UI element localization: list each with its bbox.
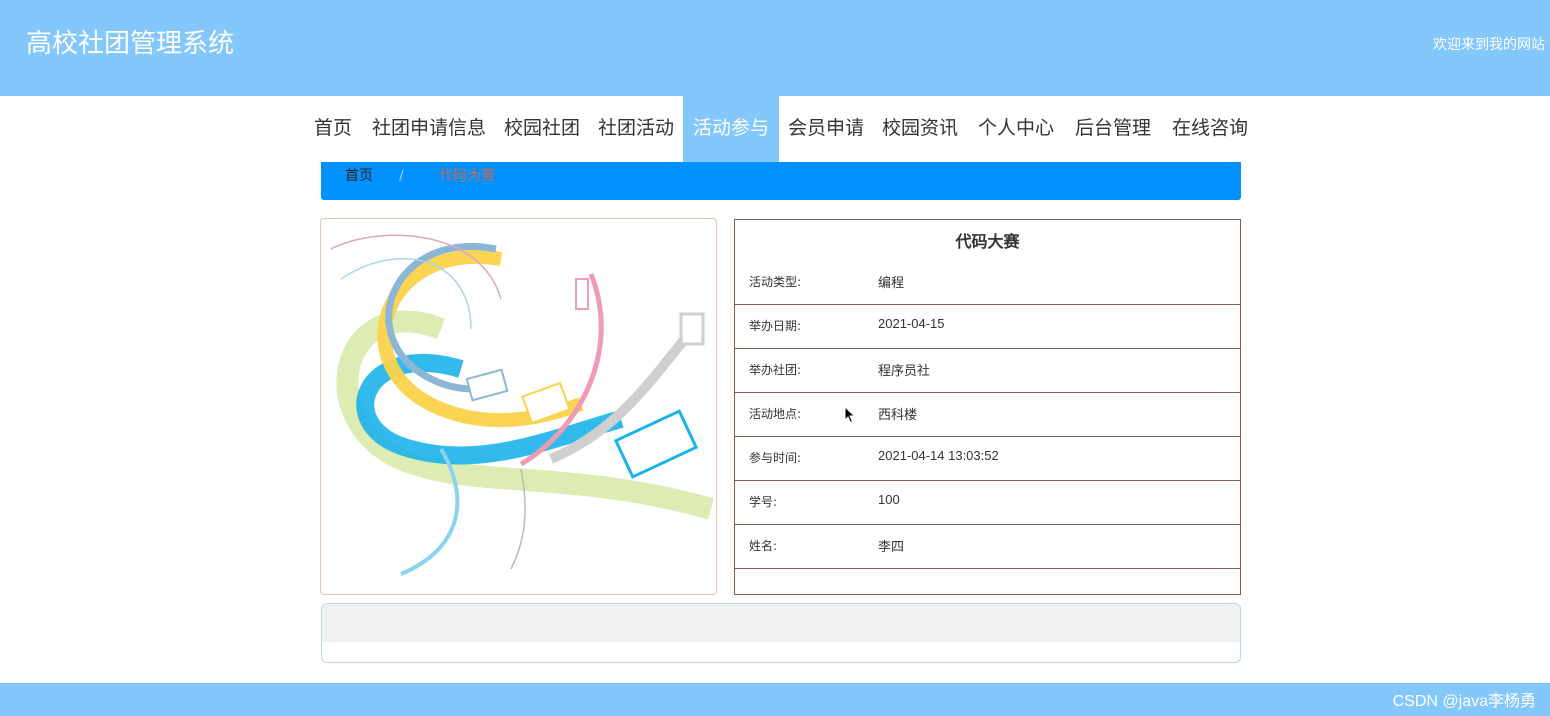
nav-item-admin[interactable]: 后台管理 (1069, 96, 1157, 162)
detail-value: 2021-04-15 (878, 316, 945, 331)
detail-row-student-id: 学号: 100 (735, 480, 1240, 524)
detail-row-club: 举办社团: 程序员社 (735, 348, 1240, 392)
breadcrumb-current: 代码大赛 (439, 168, 495, 184)
comment-panel-header (322, 604, 1240, 642)
nav-item-member-applications[interactable]: 会员申请 (782, 96, 870, 162)
breadcrumb-separator: / (399, 168, 404, 184)
detail-row-date: 举办日期: 2021-04-15 (735, 304, 1240, 348)
breadcrumb: 首页 / 代码大赛 (321, 162, 1241, 200)
detail-row-activity-type: 活动类型: 编程 (735, 260, 1240, 304)
main-nav: 首页 社团申请信息 校园社团 社团活动 活动参与 会员申请 校园资讯 个人中心 … (0, 96, 1550, 162)
detail-value: 2021-04-14 13:03:52 (878, 448, 999, 463)
header-bar: 高校社团管理系统 欢迎来到我的网站 (0, 0, 1550, 96)
detail-label: 姓名: (749, 539, 778, 553)
detail-label: 举办日期: (749, 319, 802, 333)
welcome-text: 欢迎来到我的网站 (1433, 37, 1545, 53)
mouse-pointer-icon (844, 405, 856, 428)
detail-value: 编程 (878, 275, 905, 290)
nav-item-personal-center[interactable]: 个人中心 (972, 96, 1060, 162)
site-title[interactable]: 高校社团管理系统 (26, 26, 234, 62)
activity-detail-panel: 代码大赛 活动类型: 编程 举办日期: 2021-04-15 举办社团: 程序员… (734, 219, 1241, 595)
detail-label: 活动地点: (749, 407, 802, 421)
detail-label: 举办社团: (749, 363, 802, 377)
detail-label: 活动类型: (749, 275, 802, 289)
watermark-text: CSDN @java李杨勇 (1392, 693, 1536, 710)
activity-title: 代码大赛 (955, 232, 1020, 251)
breadcrumb-home-link[interactable]: 首页 (345, 166, 373, 186)
detail-value: 西科楼 (878, 407, 918, 422)
nav-item-campus-news[interactable]: 校园资讯 (876, 96, 964, 162)
detail-label: 参与时间: (749, 451, 802, 465)
nav-item-club-applications[interactable]: 社团申请信息 (366, 96, 492, 162)
detail-label: 学号: (749, 495, 778, 509)
nav-item-activity-participation[interactable]: 活动参与 (683, 96, 779, 162)
detail-value: 100 (878, 492, 900, 507)
footer-bar: CSDN @java李杨勇 (0, 683, 1550, 716)
detail-row-name: 姓名: 李四 (735, 524, 1240, 568)
row-divider (735, 568, 1240, 569)
comment-panel (321, 603, 1241, 663)
detail-row-participation-time: 参与时间: 2021-04-14 13:03:52 (735, 436, 1240, 480)
nav-item-online-consult[interactable]: 在线咨询 (1166, 96, 1254, 162)
nav-item-home[interactable]: 首页 (306, 96, 360, 162)
activity-image (320, 218, 717, 595)
detail-value: 李四 (878, 539, 905, 554)
nav-item-campus-clubs[interactable]: 校园社团 (498, 96, 586, 162)
nav-item-club-activities[interactable]: 社团活动 (592, 96, 680, 162)
detail-row-location: 活动地点: 西科楼 (735, 392, 1240, 436)
detail-value: 程序员社 (878, 363, 931, 378)
usb-cables-illustration (330, 234, 715, 576)
